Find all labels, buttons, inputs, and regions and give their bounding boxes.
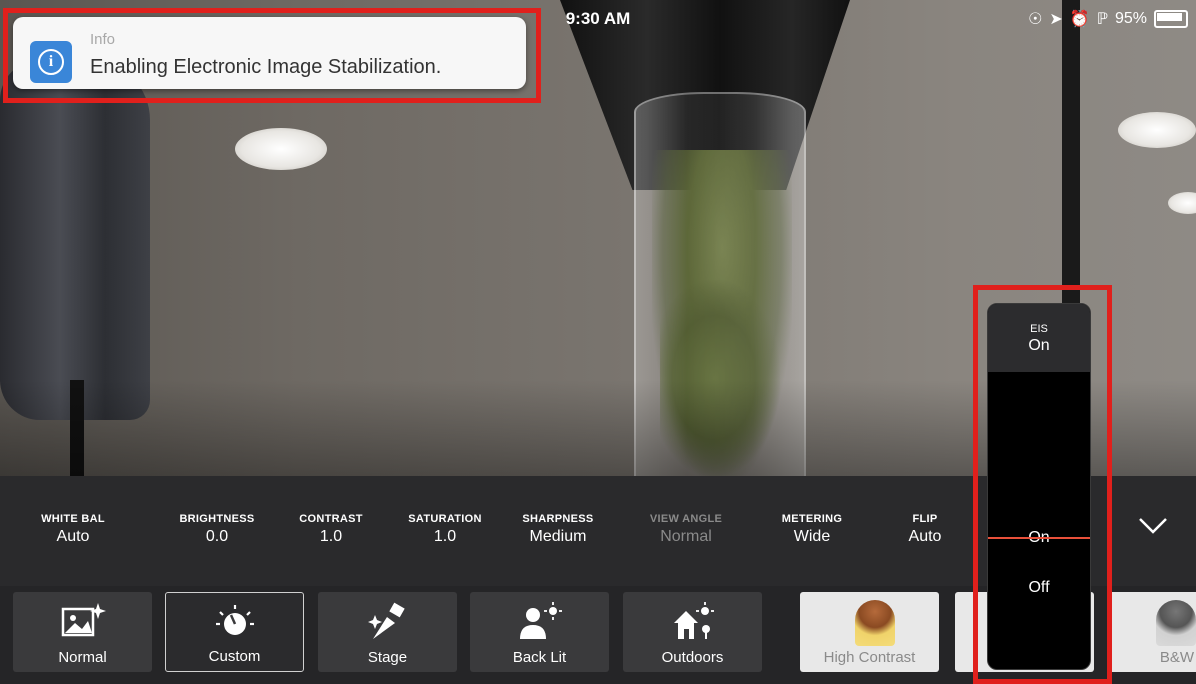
setting-sharpness[interactable]: SHARPNESS Medium xyxy=(522,513,593,546)
person-sun-icon xyxy=(470,601,609,641)
preset-back-lit[interactable]: Back Lit xyxy=(470,592,609,672)
preset-normal[interactable]: Normal xyxy=(13,592,152,672)
bluetooth-icon: ℙ xyxy=(1096,11,1108,28)
chevron-down-icon[interactable] xyxy=(1138,516,1168,536)
toast-highlight xyxy=(3,8,541,103)
ceiling-lamp xyxy=(235,128,327,170)
spotlight-icon xyxy=(318,601,457,641)
setting-view-angle: VIEW ANGLE Normal xyxy=(649,513,723,545)
setting-metering[interactable]: METERING Wide xyxy=(782,513,842,546)
photo-thumbnail xyxy=(855,600,895,646)
preset-custom[interactable]: Custom xyxy=(165,592,304,672)
photo-thumbnail xyxy=(1156,600,1196,646)
eis-highlight xyxy=(973,285,1112,684)
house-sun-icon xyxy=(623,601,762,641)
curtain xyxy=(0,60,150,420)
rotation-lock-icon: ☉ xyxy=(1028,11,1043,28)
ceiling-lamp xyxy=(1168,192,1196,214)
dial-icon xyxy=(166,602,303,642)
setting-contrast[interactable]: CONTRAST 1.0 xyxy=(299,513,363,546)
battery-percent: 95% xyxy=(1114,10,1147,27)
setting-brightness[interactable]: BRIGHTNESS 0.0 xyxy=(179,513,254,546)
alarm-icon: ⏰ xyxy=(1069,11,1090,28)
setting-saturation[interactable]: SATURATION 1.0 xyxy=(408,513,481,546)
ceiling-lamp xyxy=(1118,112,1196,148)
location-icon: ➤ xyxy=(1049,11,1063,28)
preset-stage[interactable]: Stage xyxy=(318,592,457,672)
preset-outdoors[interactable]: Outdoors xyxy=(623,592,762,672)
landscape-sparkle-icon xyxy=(13,601,152,641)
preset-high-contrast[interactable]: High Contrast xyxy=(800,592,939,672)
setting-white-balance[interactable]: WHITE BAL Auto xyxy=(41,513,105,546)
setting-flip[interactable]: FLIP Auto xyxy=(909,513,942,546)
preset-bw-visible[interactable]: B&W xyxy=(1108,592,1196,672)
camera-app: 9:30 AM ☉ ➤ ⏰ ℙ 95% i Info Enabling Elec… xyxy=(0,0,1196,684)
status-icons: ☉ ➤ ⏰ ℙ 95% xyxy=(1028,9,1188,29)
battery-icon xyxy=(1154,10,1188,28)
